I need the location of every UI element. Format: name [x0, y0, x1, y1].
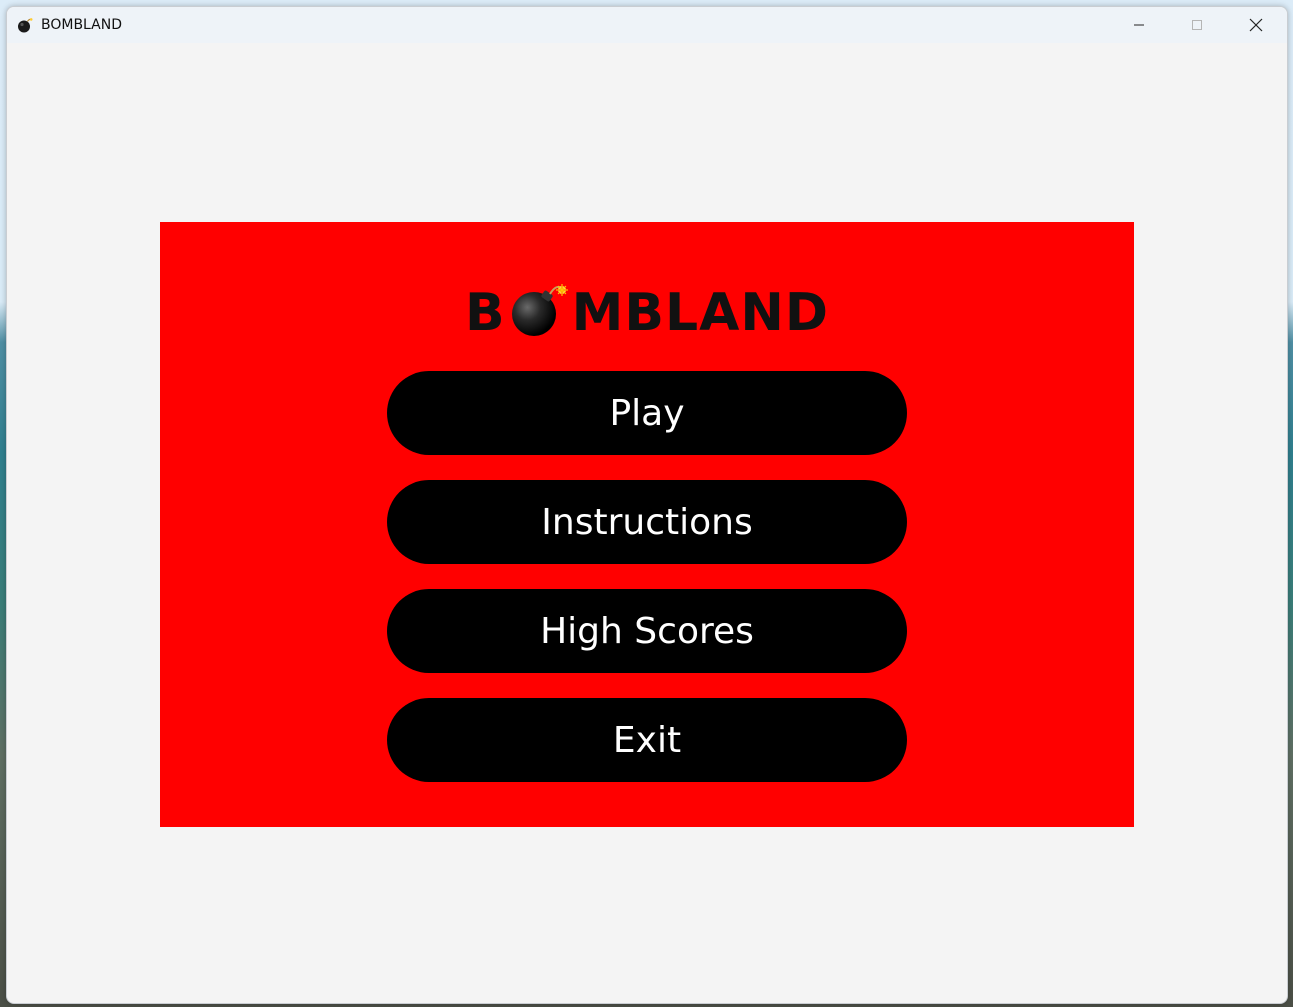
main-menu-panel: B MBLAND Play Instructions High Scores E… [160, 222, 1134, 827]
exit-button[interactable]: Exit [387, 698, 907, 782]
maximize-button[interactable] [1168, 7, 1226, 43]
close-button[interactable] [1227, 7, 1285, 43]
minimize-icon [1134, 24, 1144, 26]
app-window: BOMBLAND B MBLAND Play Instructions High… [6, 6, 1288, 1004]
minimize-button[interactable] [1110, 7, 1168, 43]
logo-text-suffix: MBLAND [571, 283, 830, 343]
high-scores-button[interactable]: High Scores [387, 589, 907, 673]
logo-text-prefix: B [464, 283, 506, 343]
bomb-icon [18, 18, 33, 33]
instructions-button[interactable]: Instructions [387, 480, 907, 564]
maximize-icon [1192, 20, 1202, 30]
title-bar[interactable]: BOMBLAND [7, 7, 1287, 43]
game-logo: B MBLAND [160, 278, 1134, 348]
play-button[interactable]: Play [387, 371, 907, 455]
close-icon [1249, 18, 1263, 32]
window-title: BOMBLAND [41, 17, 123, 33]
bomb-icon [511, 284, 568, 336]
